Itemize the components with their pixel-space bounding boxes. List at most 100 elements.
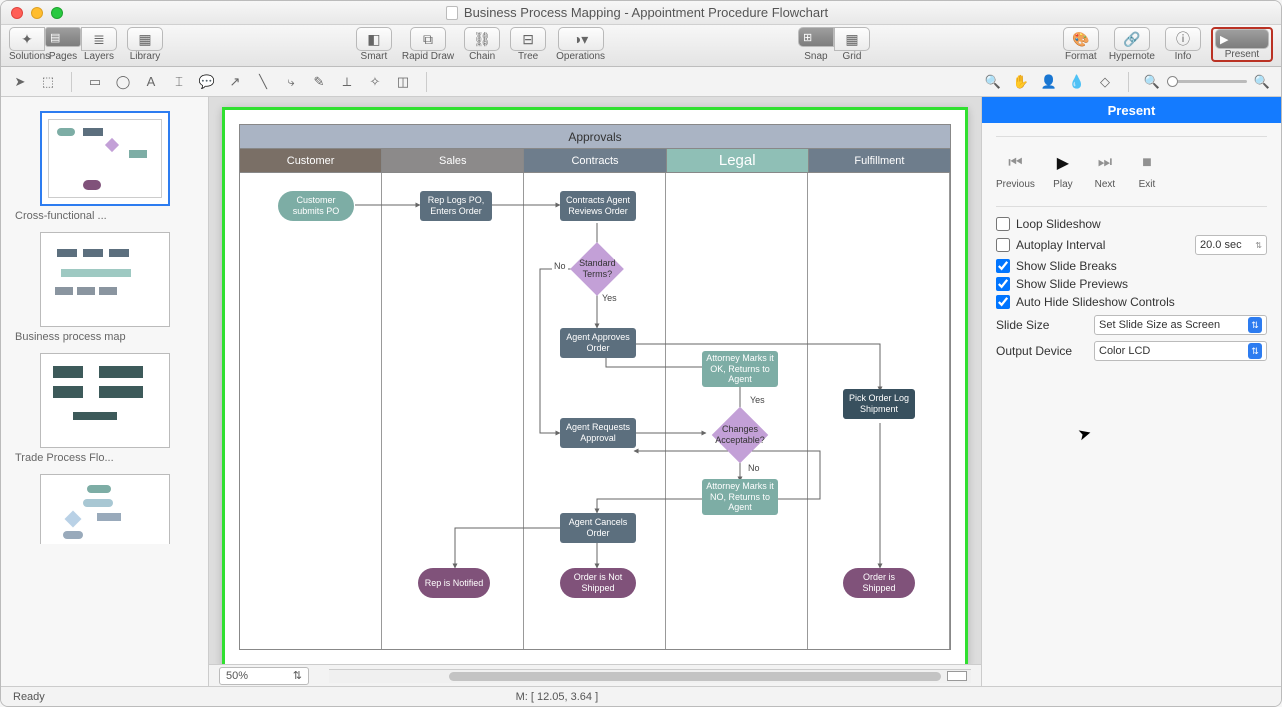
edge-label-no-1: No — [552, 261, 568, 271]
horizontal-scrollbar[interactable] — [329, 669, 971, 683]
connector-tool[interactable]: ⟂ — [338, 74, 356, 90]
format-button[interactable]: 🎨 — [1063, 27, 1099, 51]
eraser-tool[interactable]: ◇ — [1096, 74, 1114, 90]
node-attorney-no[interactable]: Attorney Marks it NO, Returns to Agent — [702, 479, 778, 515]
rapid-draw-button[interactable]: ⧉ — [410, 27, 446, 51]
format-group: 🎨 Format — [1063, 27, 1099, 62]
exit-button[interactable]: ■Exit — [1133, 151, 1161, 190]
chain-button[interactable]: ⛓ — [464, 27, 500, 51]
slide-size-select[interactable]: Set Slide Size as Screen⇅ — [1094, 315, 1267, 335]
node-customer-submits-po[interactable]: Customer submits PO — [278, 191, 354, 221]
previous-button[interactable]: ⏮Previous — [996, 151, 1035, 190]
panel-body: ⏮Previous ▶Play ⏭Next ■Exit Loop Slidesh… — [982, 123, 1281, 377]
node-attorney-ok[interactable]: Attorney Marks it OK, Returns to Agent — [702, 351, 778, 387]
canvas-scroll[interactable]: Approvals Customer Sales Contracts Legal… — [209, 97, 981, 664]
pages-button[interactable]: ▤ — [45, 27, 81, 47]
slide-previews-checkbox[interactable]: Show Slide Previews — [996, 277, 1267, 291]
eyedropper-tool[interactable]: 💧 — [1068, 74, 1086, 90]
main-toolbar: ✦ ▤ ≣ Solutions Pages Layers ▦ Library ◧… — [1, 25, 1281, 67]
zoom-select[interactable]: 50% ⇅ — [219, 667, 309, 685]
canvas[interactable]: Approvals Customer Sales Contracts Legal… — [222, 107, 968, 664]
autoplay-interval-stepper[interactable]: 20.0 sec⇅ — [1195, 235, 1267, 255]
zoom-bar: 50% ⇅ — [209, 664, 981, 686]
next-button[interactable]: ⏭Next — [1091, 151, 1119, 190]
zoom-value: 50% — [226, 670, 248, 682]
content-area: Cross-functional ... Business process ma… — [1, 97, 1281, 686]
node-contracts-reviews[interactable]: Contracts Agent Reviews Order — [560, 191, 636, 221]
canvas-area: Approvals Customer Sales Contracts Legal… — [209, 97, 981, 686]
library-button[interactable]: ▦ — [127, 27, 163, 51]
zoom-slider[interactable]: 🔍 🔍 — [1143, 74, 1271, 90]
node-agent-requests-approval[interactable]: Agent Requests Approval — [560, 418, 636, 448]
callout-tool[interactable]: 💬 — [198, 74, 216, 90]
textbox-tool[interactable]: ⌶ — [170, 74, 188, 90]
layers-button[interactable]: ≣ — [81, 27, 117, 51]
lane-h-contracts: Contracts — [524, 149, 666, 172]
solutions-label: Solutions — [9, 51, 45, 62]
page-thumb-4[interactable] — [40, 474, 170, 544]
output-device-row: Output Device Color LCD⇅ — [996, 341, 1267, 361]
info-button[interactable]: ⓘ — [1165, 27, 1201, 51]
node-agent-approves[interactable]: Agent Approves Order — [560, 328, 636, 358]
stamp-tool[interactable]: 👤 — [1040, 74, 1058, 90]
magic-tool[interactable]: ✧ — [366, 74, 384, 90]
autohide-checkbox[interactable]: Auto Hide Slideshow Controls — [996, 295, 1267, 309]
operations-button[interactable]: ◑▾ — [558, 27, 604, 51]
smart-label: Smart — [361, 51, 388, 62]
output-device-select[interactable]: Color LCD⇅ — [1094, 341, 1267, 361]
status-bar: Ready M: [ 12.05, 3.64 ] — [1, 686, 1281, 706]
highlighter-tool[interactable]: ✎ — [310, 74, 328, 90]
page-thumb-2[interactable] — [40, 232, 170, 327]
minimap-icon[interactable] — [947, 671, 967, 681]
chain-group: ⛓ Chain — [464, 27, 500, 62]
chevron-updown-icon: ⇅ — [1248, 343, 1262, 359]
tree-button[interactable]: ⊟ — [510, 27, 546, 51]
pointer-tool[interactable]: ➤ — [11, 74, 29, 90]
snapgrid-group: ⊞ ▦ Snap Grid — [798, 27, 870, 62]
zoom-out-icon[interactable]: 🔍 — [1143, 74, 1161, 90]
titlebar: Business Process Mapping - Appointment P… — [1, 1, 1281, 25]
edge-label-yes-1: Yes — [600, 293, 619, 303]
tree-label: Tree — [518, 51, 538, 62]
present-button[interactable]: ▶ — [1215, 29, 1269, 49]
arrow-tool[interactable]: ↗ — [226, 74, 244, 90]
crop-tool[interactable]: ◫ — [394, 74, 412, 90]
line-tool[interactable]: ╲ — [254, 74, 272, 90]
app-window: Business Process Mapping - Appointment P… — [0, 0, 1282, 707]
document-title: Business Process Mapping - Appointment P… — [63, 5, 1211, 20]
zoom-tool[interactable]: 🔍 — [984, 74, 1002, 90]
node-order-not-shipped[interactable]: Order is Not Shipped — [560, 568, 636, 598]
node-rep-notified[interactable]: Rep is Notified — [418, 568, 490, 598]
snap-button[interactable]: ⊞ — [798, 27, 834, 47]
smart-group: ◧ Smart — [356, 27, 392, 62]
info-label: Info — [1175, 51, 1192, 62]
hand-tool[interactable]: ✋ — [1012, 74, 1030, 90]
solutions-button[interactable]: ✦ — [9, 27, 45, 51]
node-rep-logs-po[interactable]: Rep Logs PO, Enters Order — [420, 191, 492, 221]
close-window[interactable] — [11, 7, 23, 19]
autoplay-checkbox[interactable]: Autoplay Interval — [996, 238, 1105, 252]
zoom-window[interactable] — [51, 7, 63, 19]
curve-tool[interactable]: ⤷ — [282, 74, 300, 90]
minimize-window[interactable] — [31, 7, 43, 19]
page-thumb-1[interactable] — [40, 111, 170, 206]
text-tool[interactable]: A — [142, 74, 160, 90]
loop-checkbox[interactable]: Loop Slideshow — [996, 217, 1267, 231]
select-tool[interactable]: ⬚ — [39, 74, 57, 90]
zoom-in-icon[interactable]: 🔍 — [1253, 74, 1271, 90]
play-button[interactable]: ▶Play — [1049, 151, 1077, 190]
ellipse-tool[interactable]: ◯ — [114, 74, 132, 90]
node-pick-order[interactable]: Pick Order Log Shipment — [843, 389, 915, 419]
output-device-label: Output Device — [996, 344, 1086, 358]
node-agent-cancels[interactable]: Agent Cancels Order — [560, 513, 636, 543]
smart-button[interactable]: ◧ — [356, 27, 392, 51]
slide-breaks-checkbox[interactable]: Show Slide Breaks — [996, 259, 1267, 273]
swimlane-container: Approvals Customer Sales Contracts Legal… — [239, 124, 951, 650]
page-sidebar[interactable]: Cross-functional ... Business process ma… — [1, 97, 209, 686]
next-icon: ⏭ — [1091, 151, 1119, 175]
node-order-shipped[interactable]: Order is Shipped — [843, 568, 915, 598]
rect-tool[interactable]: ▭ — [86, 74, 104, 90]
page-thumb-3[interactable] — [40, 353, 170, 448]
hypernote-button[interactable]: 🔗 — [1114, 27, 1150, 51]
grid-button[interactable]: ▦ — [834, 27, 870, 51]
